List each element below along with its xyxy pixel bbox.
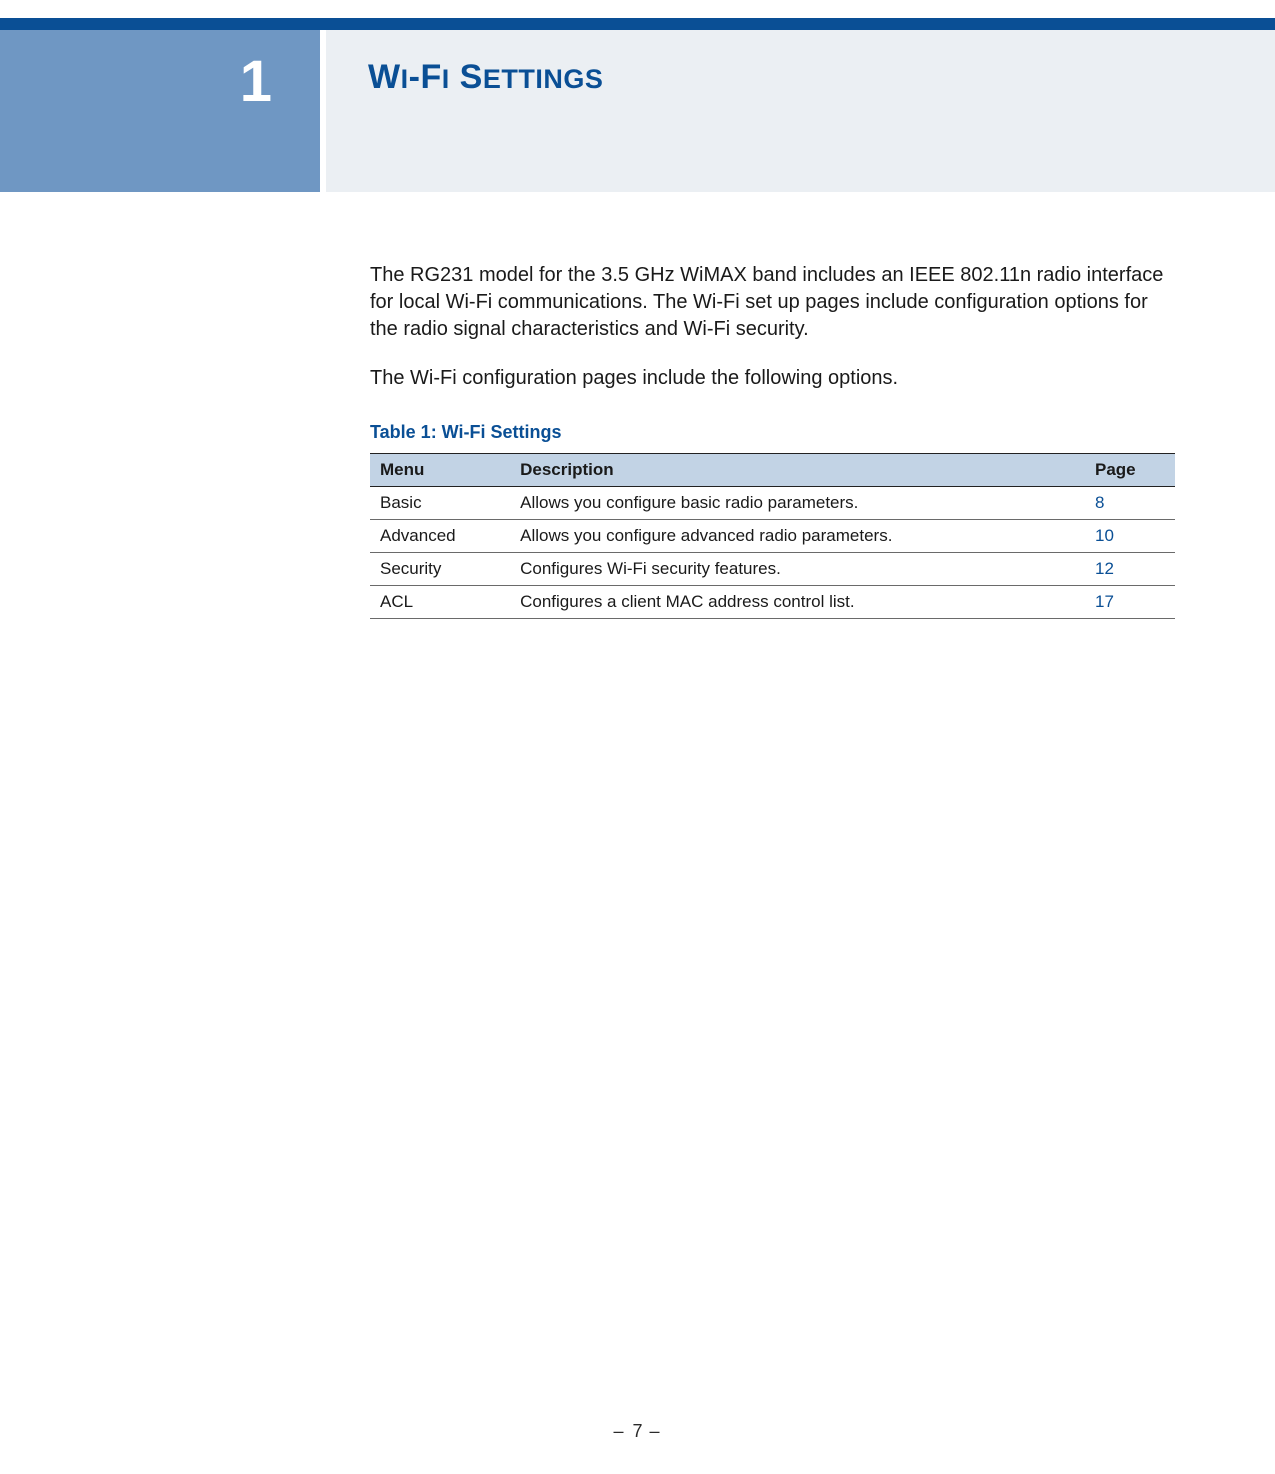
cell-menu: Advanced [370, 520, 510, 553]
cell-page-link[interactable]: 10 [1085, 520, 1175, 553]
cell-menu: Basic [370, 487, 510, 520]
table-caption: Table 1: Wi-Fi Settings [370, 422, 1175, 443]
wifi-settings-table: Menu Description Page Basic Allows you c… [370, 453, 1175, 619]
intro-paragraph-2: The Wi-Fi configuration pages include th… [370, 365, 1175, 392]
cell-description: Configures Wi-Fi security features. [510, 553, 1085, 586]
table-row: Security Configures Wi-Fi security featu… [370, 553, 1175, 586]
title-part: S [450, 58, 483, 96]
table-row: ACL Configures a client MAC address cont… [370, 586, 1175, 619]
title-part: I [442, 64, 450, 94]
cell-page-link[interactable]: 8 [1085, 487, 1175, 520]
chapter-header: 1 WI-FI SETTINGS [0, 30, 1275, 192]
top-blue-bar [0, 18, 1275, 30]
chapter-number-box: 1 [0, 30, 320, 192]
title-part: W [368, 58, 401, 96]
table-header-row: Menu Description Page [370, 454, 1175, 487]
title-part: ETTINGS [483, 64, 604, 94]
cell-page-link[interactable]: 17 [1085, 586, 1175, 619]
title-part: - [409, 58, 421, 96]
footer-dash: – [643, 1421, 662, 1441]
cell-description: Allows you configure basic radio paramet… [510, 487, 1085, 520]
cell-description: Configures a client MAC address control … [510, 586, 1085, 619]
cell-page-link[interactable]: 12 [1085, 553, 1175, 586]
table-row: Basic Allows you configure basic radio p… [370, 487, 1175, 520]
col-header-menu: Menu [370, 454, 510, 487]
title-part: F [420, 58, 441, 96]
col-header-page: Page [1085, 454, 1175, 487]
chapter-title-box: WI-FI SETTINGS [320, 30, 1275, 192]
chapter-number: 1 [240, 48, 272, 115]
page-footer: – 7 – [0, 1421, 1275, 1442]
title-part: I [401, 64, 409, 94]
content-area: The RG231 model for the 3.5 GHz WiMAX ba… [0, 192, 1275, 619]
footer-dash: – [613, 1421, 632, 1441]
table-row: Advanced Allows you configure advanced r… [370, 520, 1175, 553]
intro-paragraph-1: The RG231 model for the 3.5 GHz WiMAX ba… [370, 262, 1175, 343]
cell-menu: ACL [370, 586, 510, 619]
cell-menu: Security [370, 553, 510, 586]
chapter-title: WI-FI SETTINGS [368, 58, 1275, 97]
top-white-spacer [0, 0, 1275, 18]
col-header-description: Description [510, 454, 1085, 487]
footer-page-number: 7 [632, 1421, 642, 1441]
cell-description: Allows you configure advanced radio para… [510, 520, 1085, 553]
